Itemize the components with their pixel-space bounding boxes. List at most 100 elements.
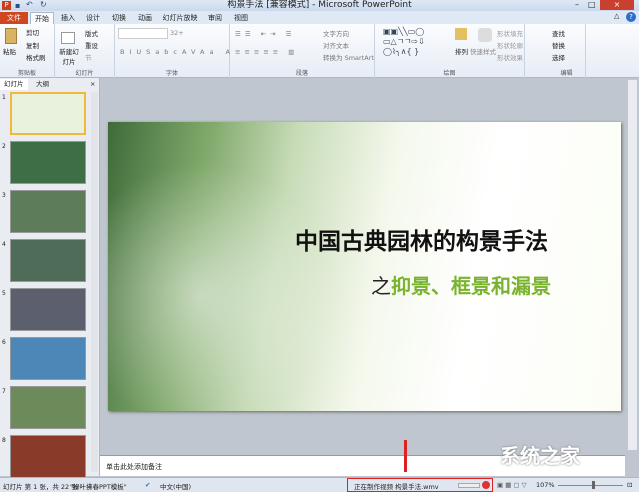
video-progress-box: 正在制作视频 构景手法.wmv [347, 478, 493, 492]
spellcheck-icon[interactable]: ✔ [145, 481, 150, 489]
text-direction-button[interactable]: 文字方向 [323, 28, 349, 38]
slide-thumbnail[interactable] [10, 239, 86, 282]
shape-effect-button[interactable]: 形状效果 [497, 52, 523, 62]
quick-styles-icon[interactable] [478, 28, 492, 42]
subtitle-main: 抑景、框景和漏景 [391, 274, 551, 298]
clipboard-group: 粘贴 剪切 复制 格式刷 剪贴板 [0, 24, 55, 78]
shapes-gallery[interactable]: ▣▣╲╲▭◯ ▭△ㄱㄱ⇨⇩ ◯⌇╮∧{ } [383, 27, 425, 57]
collapse-ribbon-icon[interactable]: △ [614, 12, 619, 20]
language[interactable]: 中文(中国) [160, 481, 191, 491]
slide-number: 2 [2, 143, 6, 150]
clipboard-label: 剪贴板 [17, 70, 36, 77]
fit-to-window-icon[interactable]: ⊡ [627, 481, 632, 489]
tab-review[interactable]: 审阅 [204, 12, 226, 24]
video-progress-text: 正在制作视频 构景手法.wmv [354, 483, 439, 491]
slides-pane: 幻灯片 大纲 × 1 2 3 4 5 6 7 8 [0, 78, 100, 478]
tab-file[interactable]: 文件 [0, 12, 28, 24]
slide-thumbnail[interactable] [10, 141, 86, 184]
zoom-slider-thumb[interactable] [592, 481, 595, 489]
maximize-button[interactable]: □ [588, 0, 596, 9]
slide-number: 6 [2, 339, 6, 346]
close-pane-button[interactable]: × [86, 79, 99, 90]
tab-animations[interactable]: 动画 [134, 12, 156, 24]
tab-view[interactable]: 视图 [230, 12, 252, 24]
ribbon-tabs: 文件 开始 插入 设计 切换 动画 幻灯片放映 审阅 视图 △ ? [0, 11, 639, 24]
slide-thumbnail[interactable] [10, 386, 86, 429]
tab-design[interactable]: 设计 [82, 12, 104, 24]
slide-thumbnail[interactable] [10, 92, 86, 135]
slide-number: 8 [2, 437, 6, 444]
arrange-button[interactable]: 排列 [455, 46, 468, 56]
cut-button[interactable]: 剪切 [26, 27, 39, 37]
watermark-logo: 系统之家 [500, 444, 580, 468]
ribbon: 粘贴 剪切 复制 格式刷 剪贴板 新建幻灯片 版式 重设 节 幻灯片 32+ B… [0, 24, 639, 78]
find-button[interactable]: 查找 [552, 28, 565, 38]
slide-thumbnail[interactable] [10, 190, 86, 233]
minimize-button[interactable]: – [575, 0, 579, 9]
editing-group: 查找 替换 选择 编辑 [548, 24, 586, 78]
notes-placeholder[interactable]: 单击此处添加备注 [106, 462, 162, 472]
slides-group: 新建幻灯片 版式 重设 节 幻灯片 [55, 24, 115, 78]
smartart-button[interactable]: 转换为 SmartArt [323, 52, 374, 62]
format-painter-button[interactable]: 格式刷 [26, 52, 46, 62]
select-button[interactable]: 选择 [552, 52, 565, 62]
tab-transitions[interactable]: 切换 [108, 12, 130, 24]
slide-scrollbar[interactable] [628, 80, 637, 450]
drawing-group: ▣▣╲╲▭◯ ▭△ㄱㄱ⇨⇩ ◯⌇╮∧{ } 排列 快速样式 形状填充 形状轮廓 … [375, 24, 525, 78]
font-label: 字体 [165, 70, 178, 77]
view-buttons[interactable]: ▣ ▦ ▢ ▽ [497, 481, 527, 489]
cancel-video-icon[interactable] [482, 481, 490, 489]
theme-name[interactable]: "绿叶拂春PPT模板" [70, 481, 127, 491]
replace-button[interactable]: 替换 [552, 40, 565, 50]
slide-count: 幻灯片 第 1 张，共 22 张 [3, 483, 78, 491]
quick-styles-button[interactable]: 快速样式 [470, 46, 496, 56]
align-buttons[interactable]: ≡≡≡≡≡ ▥ [235, 48, 298, 56]
list-buttons[interactable]: ☰☰ ⇤⇥ ☰ [235, 30, 296, 38]
tab-slideshow[interactable]: 幻灯片放映 [160, 12, 200, 24]
new-slide-icon[interactable] [61, 32, 75, 44]
font-group: 32+ BIUSabcAVAa A 字体 [115, 24, 230, 78]
copy-button[interactable]: 复制 [26, 40, 39, 50]
slide-thumbnail[interactable] [10, 288, 86, 331]
paragraph-group: ☰☰ ⇤⇥ ☰ ≡≡≡≡≡ ▥ 文字方向 对齐文本 转换为 SmartArt 段… [230, 24, 375, 78]
slide-number: 3 [2, 192, 6, 199]
slide-thumbnail[interactable] [10, 337, 86, 380]
slide-number: 1 [2, 94, 6, 101]
pane-scrollbar[interactable] [91, 92, 98, 472]
layout-button[interactable]: 版式 [85, 28, 98, 38]
paste-icon[interactable] [5, 28, 17, 44]
tab-home[interactable]: 开始 [30, 12, 54, 24]
slide-number: 7 [2, 388, 6, 395]
slide-canvas[interactable]: 中国古典园林的构景手法 之抑景、框景和漏景 [108, 122, 621, 411]
red-arrow-indicator [404, 440, 407, 472]
close-button[interactable]: × [600, 0, 634, 10]
slide-thumbnail[interactable] [10, 435, 86, 478]
paragraph-label: 段落 [295, 70, 308, 77]
font-size-select[interactable]: 32+ [170, 29, 184, 37]
font-format-buttons[interactable]: BIUSabcAVAa A [120, 48, 235, 56]
paste-button[interactable]: 粘贴 [3, 46, 16, 56]
video-progress-bar [458, 483, 480, 488]
align-text-button[interactable]: 对齐文本 [323, 40, 349, 50]
subtitle-prefix: 之 [371, 274, 391, 298]
tab-outline[interactable]: 大纲 [32, 79, 53, 90]
slide-number: 5 [2, 290, 6, 297]
new-slide-button[interactable]: 新建幻灯片 [57, 46, 81, 66]
slide-number: 4 [2, 241, 6, 248]
zoom-level[interactable]: 107% [536, 481, 555, 489]
help-icon[interactable]: ? [626, 12, 636, 22]
shape-fill-button[interactable]: 形状填充 [497, 28, 523, 38]
zoom-slider[interactable] [558, 485, 623, 486]
tab-slides[interactable]: 幻灯片 [0, 79, 28, 90]
slide-title[interactable]: 中国古典园林的构景手法 [295, 222, 548, 256]
section-button[interactable]: 节 [85, 52, 92, 62]
arrange-icon[interactable] [455, 28, 467, 40]
reset-button[interactable]: 重设 [85, 40, 98, 50]
slide-subtitle[interactable]: 之抑景、框景和漏景 [371, 270, 551, 299]
title-bar: P ▪ ↶ ↻ 构景手法 [兼容模式] - Microsoft PowerPoi… [0, 0, 639, 11]
tab-insert[interactable]: 插入 [57, 12, 79, 24]
shape-outline-button[interactable]: 形状轮廓 [497, 40, 523, 50]
font-name-select[interactable] [118, 28, 168, 39]
window-title: 构景手法 [兼容模式] - Microsoft PowerPoint [227, 0, 412, 10]
status-bar: 幻灯片 第 1 张，共 22 张 "绿叶拂春PPT模板" ✔ 中文(中国) 正在… [0, 440, 639, 492]
